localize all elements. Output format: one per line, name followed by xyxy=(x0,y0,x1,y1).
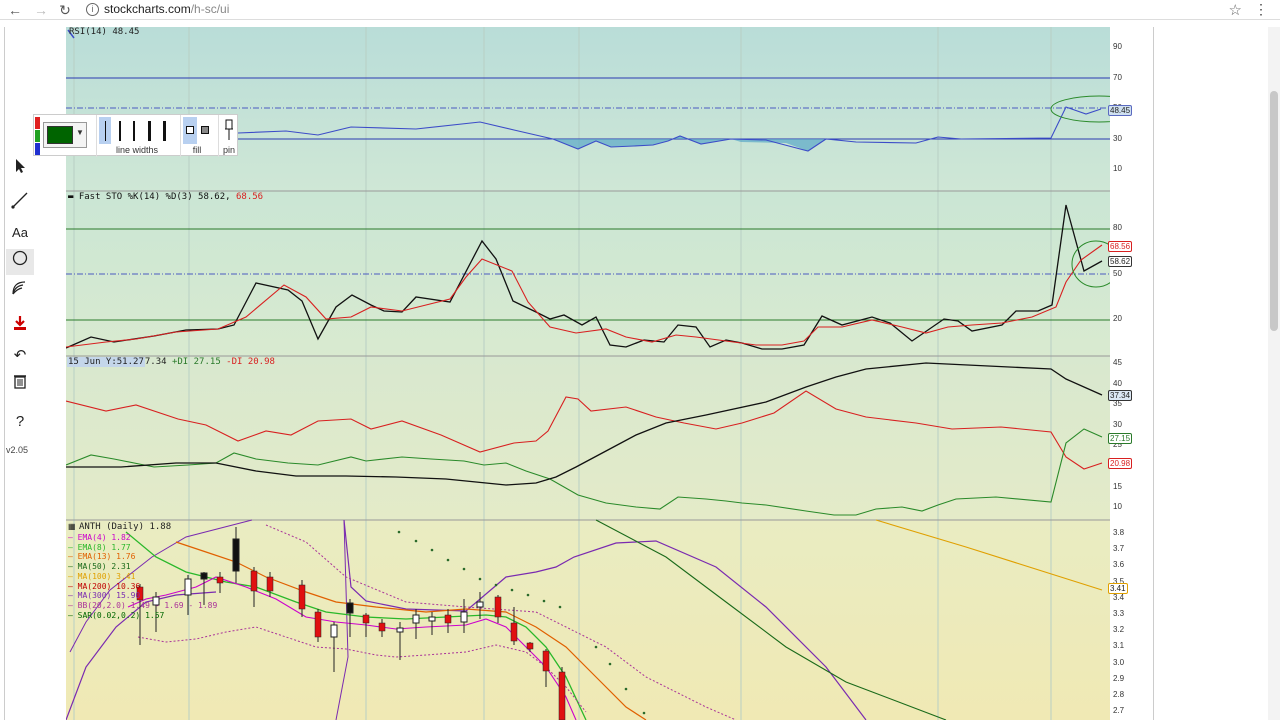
color-swatch-green[interactable] xyxy=(35,130,40,142)
right-price-axis: 907050301080502045403530252015103.83.73.… xyxy=(1108,27,1154,720)
pin-group: pin xyxy=(218,115,238,157)
color-swatch-blue[interactable] xyxy=(35,143,40,155)
axis-tick-label: 20 xyxy=(1113,314,1122,323)
browser-toolbar: ← → ↻ i stockcharts.com/h-sc/ui ☆ ⋮ xyxy=(0,0,1280,20)
price-pane xyxy=(66,520,1110,720)
ma-legend-item: — MA(300) 15.90 xyxy=(68,591,141,601)
pointer-icon[interactable] xyxy=(6,157,34,183)
reload-icon[interactable]: ↻ xyxy=(56,1,74,19)
line-width-3[interactable] xyxy=(133,121,135,141)
fill-none-selected[interactable] xyxy=(183,117,197,144)
axis-tick-label: 15 xyxy=(1113,481,1122,491)
line-width-4[interactable] xyxy=(148,121,151,141)
text-tool-icon[interactable]: Aa xyxy=(6,220,34,246)
price-title: ANTH (Daily) 1.88 xyxy=(79,522,172,532)
undo-icon[interactable]: ↶ xyxy=(6,343,34,369)
back-arrow-icon[interactable]: ← xyxy=(6,1,24,19)
adx-value-tag: 37.34 xyxy=(1108,390,1133,401)
axis-tick-label: 3.4 xyxy=(1113,592,1125,602)
axis-tick-label: 10 xyxy=(1113,164,1122,173)
sto-label-d: 68.56 xyxy=(235,192,264,202)
axis-tick-label: 45 xyxy=(1113,358,1122,367)
axis-tick-label: 3.7 xyxy=(1113,544,1125,554)
fill-label: fill xyxy=(192,145,202,155)
forward-arrow-icon[interactable]: → xyxy=(32,1,50,19)
axis-tick-label: 2.8 xyxy=(1113,690,1125,699)
axis-tick-label: 90 xyxy=(1113,42,1122,51)
fill-solid-option[interactable] xyxy=(201,126,209,134)
rsi-label: RSI(14) 48.45 xyxy=(69,27,140,37)
axis-tick-label: 70 xyxy=(1113,72,1122,82)
axis-tick-label: 3.1 xyxy=(1113,641,1125,651)
color-swatch-red[interactable] xyxy=(35,117,40,129)
pin-label: pin xyxy=(222,145,235,155)
axis-tick-label: 3.6 xyxy=(1113,560,1125,570)
line-tool-icon[interactable] xyxy=(6,191,34,217)
axis-tick-label: 2.7 xyxy=(1113,706,1125,716)
chevron-down-icon: ▼ xyxy=(76,128,84,137)
vertical-scrollbar[interactable] xyxy=(1268,27,1280,720)
color-dropdown[interactable]: ▼ xyxy=(43,122,87,148)
line-width-2[interactable] xyxy=(119,121,121,141)
line-width-5[interactable] xyxy=(163,121,166,141)
minus-di-value-tag: 20.98 xyxy=(1108,458,1133,469)
price-pane-marker: ▦ xyxy=(68,522,76,531)
page-left-edge xyxy=(4,27,5,720)
ma-legend-item: — SAR(0.02,0.2) 1.57 xyxy=(68,610,165,620)
sto-d-value-tag: 68.56 xyxy=(1108,241,1133,252)
line-widths-label: line widths xyxy=(115,145,159,155)
version-label: v2.05 xyxy=(6,445,29,455)
axis-tick-label: 30 xyxy=(1113,133,1122,143)
ma-legend-item: — MA(100) 3.41 xyxy=(68,571,136,581)
axis-tick-label: 40 xyxy=(1113,378,1122,388)
ellipse-tool-icon[interactable] xyxy=(6,249,34,275)
fibonacci-arcs-icon[interactable] xyxy=(6,278,34,304)
adx-label-minus: -DI 20.98 xyxy=(226,357,275,367)
adx-date-tag: 15 Jun Y:51.27 xyxy=(67,357,145,367)
rsi-value-tag: 48.45 xyxy=(1108,105,1133,116)
axis-tick-label: 30 xyxy=(1113,419,1122,429)
axis-tick-label: 3.8 xyxy=(1113,528,1125,537)
axis-tick-label: 3.0 xyxy=(1113,657,1125,667)
fill-group: fill xyxy=(180,115,214,157)
ma-legend-item: — BB(20,2.0) 1.49 - 1.69 - 1.89 xyxy=(68,600,218,610)
ma-legend-item: — MA(50) 2.31 xyxy=(68,562,131,572)
ma-legend-item: — EMA(13) 1.76 xyxy=(68,552,136,562)
adx-label-plus: +DI 27.15 xyxy=(171,357,221,367)
adx-label: 15 Jun Y:51.277.34 +DI 27.15 -DI 20.98 xyxy=(67,357,275,367)
ma-legend-item: — EMA(8) 1.77 xyxy=(68,542,131,552)
axis-tick-label: 3.3 xyxy=(1113,609,1125,618)
help-icon[interactable]: ? xyxy=(6,409,34,435)
sto-label: ▬ Fast STO %K(14) %D(3) 58.62, 68.56 xyxy=(68,192,264,202)
adx-label-mid: 7.34 xyxy=(144,357,167,367)
axis-tick-label: 3.2 xyxy=(1113,625,1125,635)
line-widths-group: line widths xyxy=(96,115,178,157)
adx-pane xyxy=(66,356,1110,520)
axis-tick-label: 10 xyxy=(1113,502,1122,512)
url-path: /h-sc/ui xyxy=(190,2,230,16)
plus-di-value-tag: 27.15 xyxy=(1108,433,1133,444)
selected-color-box xyxy=(47,126,73,144)
ma100-value-tag: 3.41 xyxy=(1108,583,1128,594)
annotation-style-popup: ▼ line widths fill pin xyxy=(33,114,238,157)
address-bar[interactable]: i stockcharts.com/h-sc/ui xyxy=(82,0,1250,19)
info-icon[interactable]: i xyxy=(86,3,99,16)
pin-icon[interactable] xyxy=(224,119,234,146)
axis-tick-label: 50 xyxy=(1113,268,1122,278)
ma-legend-item: — MA(200) 10.36 xyxy=(68,581,141,591)
rsi-pane xyxy=(66,27,1110,191)
sto-label-prefix: Fast STO %K(14) %D(3) 58.62, xyxy=(78,192,231,202)
axis-tick-label: 80 xyxy=(1113,223,1122,232)
browser-menu-icon[interactable]: ⋮ xyxy=(1254,1,1268,18)
url-host: stockcharts.com xyxy=(104,2,191,16)
sto-k-value-tag: 58.62 xyxy=(1108,256,1133,267)
line-width-1-selected[interactable] xyxy=(99,117,111,144)
bookmark-star-icon[interactable]: ☆ xyxy=(1229,1,1242,19)
axis-tick-label: 2.9 xyxy=(1113,673,1125,683)
save-annotations-icon[interactable] xyxy=(6,314,34,340)
scrollbar-thumb[interactable] xyxy=(1270,91,1278,331)
trash-icon[interactable] xyxy=(6,372,34,398)
ma-legend-item: — EMA(4) 1.82 xyxy=(68,533,131,542)
